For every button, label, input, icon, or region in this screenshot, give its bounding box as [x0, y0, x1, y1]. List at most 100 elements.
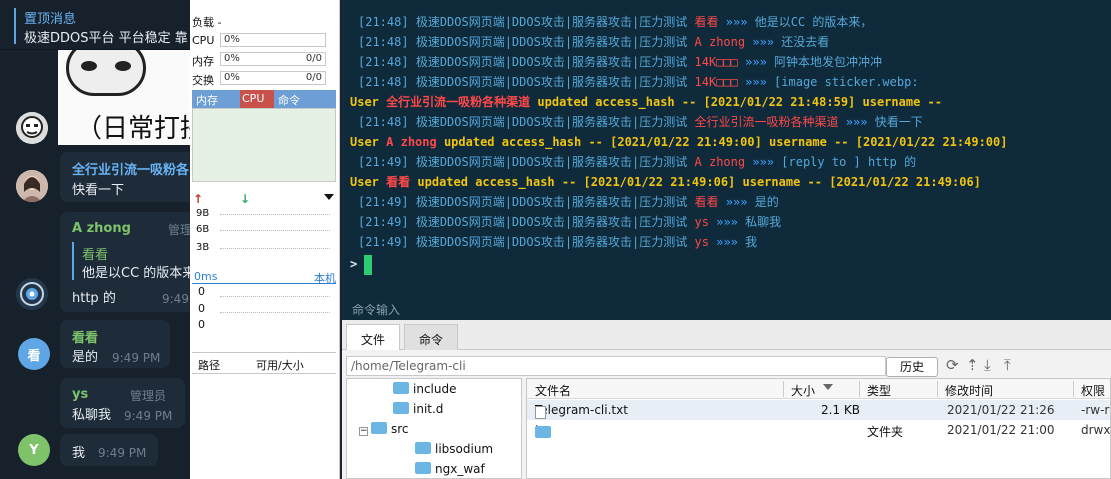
file-list[interactable]: 文件名 大小 类型 修改时间 权限 Telegram-cli.txt 2.1 KB… [526, 378, 1111, 479]
file-icon [535, 406, 546, 419]
path-input[interactable]: /home/Telegram-cli [346, 356, 886, 376]
sticker-caption: （日常打拼 [76, 114, 190, 144]
sort-desc-icon[interactable] [823, 384, 833, 390]
tree-item-label: include [413, 382, 457, 396]
terminal-cursor [364, 255, 372, 275]
line-username: 看看 [694, 15, 719, 29]
tree-item[interactable]: − src [359, 419, 409, 439]
column-command[interactable]: 命令 [278, 92, 300, 108]
line-source: 极速DDOS网页端|DDOS攻击|服务器攻击|压力测试 [415, 35, 688, 49]
terminal-output[interactable]: [21:48] 极速DDOS网页端|DDOS攻击|服务器攻击|压力测试 看看 »… [342, 0, 1111, 320]
column-mtime[interactable]: 修改时间 [945, 382, 993, 399]
column-separator [937, 381, 938, 397]
latency-line [192, 283, 336, 284]
update-username: 看看 [386, 175, 411, 189]
avatar[interactable] [16, 278, 48, 310]
avatar[interactable]: 看 [18, 338, 50, 370]
tree-item-label: libsodium [435, 442, 494, 456]
line-message: 他是以CC 的版本来， [754, 15, 873, 29]
message-time: 9:49 PM [124, 409, 173, 423]
column-separator [783, 381, 784, 397]
load-label: 负载 - [192, 16, 222, 29]
latency-value: 0 [198, 285, 205, 298]
file-row[interactable]: tg 文件夹 2021/01/22 21:00 drwx [527, 420, 1110, 440]
column-size[interactable]: 大小 [791, 382, 815, 399]
line-source: 极速DDOS网页端|DDOS攻击|服务器攻击|压力测试 [415, 195, 688, 209]
column-cpu[interactable]: CPU [240, 90, 274, 108]
message-bubble[interactable]: ys 管理员 私聊我 9:49 PM [60, 378, 185, 428]
line-source: 极速DDOS网页端|DDOS攻击|服务器攻击|压力测试 [415, 55, 688, 69]
terminal-line: [21:49] 极速DDOS网页端|DDOS攻击|服务器攻击|压力测试 A zh… [358, 152, 916, 172]
command-input-label[interactable]: 命令输入 [352, 301, 400, 318]
avatar[interactable]: Y [18, 434, 50, 466]
message-bubble[interactable]: 我 9:49 PM [60, 434, 158, 466]
line-arrow: »»» [845, 115, 868, 129]
history-button[interactable]: 历史 [886, 357, 938, 377]
line-source: 极速DDOS网页端|DDOS攻击|服务器攻击|压力测试 [415, 215, 688, 229]
file-list-header: 文件名 大小 类型 修改时间 权限 [527, 379, 1110, 399]
tree-item[interactable]: ngx_waf [403, 459, 485, 478]
file-name: Telegram-cli.txt [535, 403, 628, 417]
latency-value: 0 [198, 318, 205, 331]
refresh-icon[interactable]: ⟳ [946, 356, 959, 374]
memory-label: 内存 [192, 55, 214, 68]
disk-table-header: 路径 可用/大小 [192, 352, 336, 374]
pinned-title: 置顶消息 [24, 12, 77, 27]
terminal-line: User 看看 updated access_hash -- [2021/01/… [350, 172, 981, 192]
file-row[interactable]: Telegram-cli.txt 2.1 KB 2021/01/22 21:26 -r… [527, 400, 1110, 420]
update-prefix: User [350, 95, 379, 109]
collapse-icon[interactable]: − [359, 427, 368, 436]
column-filename[interactable]: 文件名 [535, 382, 571, 399]
upload-dir-icon[interactable]: ⇡ [966, 356, 979, 374]
column-memory[interactable]: 内存 [196, 92, 218, 108]
column-path[interactable]: 路径 [198, 357, 220, 373]
message-bubble[interactable]: A zhong 管理 看看 他是以CC 的版本来 http 的 9:49 [60, 212, 190, 312]
message-author: ys [72, 387, 89, 402]
terminal-prompt: > [350, 257, 358, 271]
pinned-message[interactable]: 置顶消息 极速DDOS平台 平台稳定 靠 [0, 0, 190, 50]
tree-item-label: init.d [413, 402, 444, 416]
line-message: 阿钟本地发包冲冲冲 [774, 55, 883, 69]
tree-item[interactable]: libsodium [403, 439, 493, 459]
directory-tree[interactable]: include init.d − src libsodium ngx_waf [346, 378, 522, 479]
avatar[interactable] [16, 112, 48, 144]
line-time: [21:48] [358, 115, 409, 129]
sticker-image[interactable]: （日常打拼 [58, 50, 190, 145]
reply-quote[interactable]: 看看 他是以CC 的版本来 [72, 242, 190, 281]
terminal-line: [21:49] 极速DDOS网页端|DDOS攻击|服务器攻击|压力测试 看看 »… [358, 192, 779, 212]
avatar[interactable] [16, 170, 48, 202]
message-bubble[interactable]: 看看 是的 9:49 PM [60, 320, 170, 368]
file-mtime: 2021/01/22 21:26 [947, 403, 1055, 417]
folder-icon [535, 426, 551, 438]
reply-author: 看看 [82, 248, 109, 263]
swap-usage: 0/0 [305, 72, 322, 83]
line-message: 还没去看 [781, 35, 830, 49]
tab-commands[interactable]: 命令 [404, 324, 459, 350]
upload-icon[interactable]: ⤒ [1004, 356, 1011, 374]
tree-item[interactable]: include [381, 379, 456, 399]
interface-dropdown-icon[interactable] [324, 194, 334, 200]
update-username: A zhong [386, 135, 437, 149]
tab-files[interactable]: 文件 [346, 324, 401, 350]
column-permissions[interactable]: 权限 [1081, 382, 1105, 399]
terminal-line: [21:48] 极速DDOS网页端|DDOS攻击|服务器攻击|压力测试 全行业引… [358, 112, 923, 132]
cpu-label: CPU [192, 34, 215, 47]
meme-face-icon [66, 50, 146, 96]
column-available-size[interactable]: 可用/大小 [256, 357, 304, 373]
download-icon[interactable]: ⤓ [984, 356, 991, 374]
line-username: A zhong [694, 35, 746, 49]
process-list[interactable] [192, 108, 336, 182]
message-bubble[interactable]: 全行业引流一吸粉各 快看一下 [60, 152, 190, 202]
line-username: A zhong [694, 155, 746, 169]
terminal-line: [21:48] 极速DDOS网页端|DDOS攻击|服务器攻击|压力测试 看看 »… [358, 12, 872, 32]
line-message: [image sticker.webp: [774, 75, 919, 89]
file-name-cell: tg [535, 423, 551, 438]
tree-item[interactable]: init.d [381, 399, 443, 419]
tree-item-label: src [391, 422, 409, 436]
column-separator [1073, 381, 1074, 397]
column-type[interactable]: 类型 [867, 382, 891, 399]
line-source: 极速DDOS网页端|DDOS攻击|服务器攻击|压力测试 [415, 235, 688, 249]
admin-badge: 管理 [168, 223, 190, 237]
line-message: [reply to ] http 的 [781, 155, 917, 169]
latency-gridline [220, 312, 330, 313]
